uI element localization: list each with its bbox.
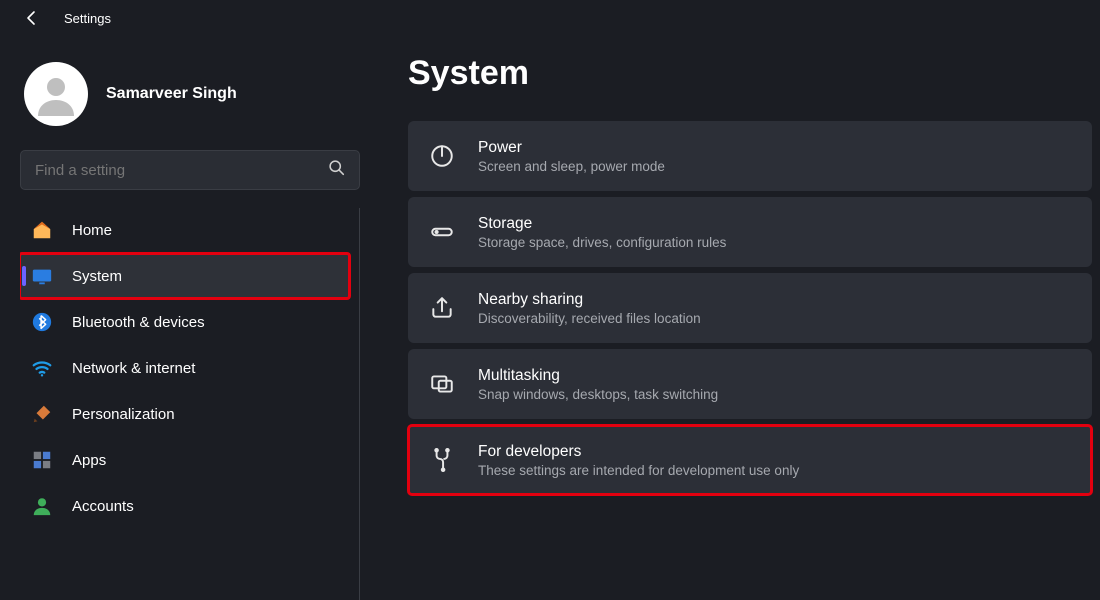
sidebar-item-apps[interactable]: Apps xyxy=(20,438,349,482)
sidebar-item-label: Home xyxy=(72,222,112,239)
card-multitasking[interactable]: Multitasking Snap windows, desktops, tas… xyxy=(408,349,1092,419)
sidebar-item-label: Network & internet xyxy=(72,360,195,377)
person-icon xyxy=(30,494,54,518)
sidebar-item-personalization[interactable]: Personalization xyxy=(20,392,349,436)
card-desc: Storage space, drives, configuration rul… xyxy=(478,235,726,250)
card-title: Storage xyxy=(478,215,726,233)
profile-block[interactable]: Samarveer Singh xyxy=(20,48,360,146)
card-desc: These settings are intended for developm… xyxy=(478,463,799,478)
sidebar-item-system[interactable]: System xyxy=(20,254,349,298)
sidebar-item-label: System xyxy=(72,268,122,285)
profile-name: Samarveer Singh xyxy=(106,85,237,103)
wifi-icon xyxy=(30,356,54,380)
card-for-developers[interactable]: For developers These settings are intend… xyxy=(408,425,1092,495)
sidebar: Samarveer Singh Home xyxy=(0,32,372,600)
avatar xyxy=(24,62,88,126)
back-icon[interactable] xyxy=(24,10,40,26)
titlebar: Settings xyxy=(0,0,1100,32)
apps-icon xyxy=(30,448,54,472)
bluetooth-icon xyxy=(30,310,54,334)
settings-cards: Power Screen and sleep, power mode Stora… xyxy=(408,121,1092,495)
brush-icon xyxy=(30,402,54,426)
card-storage[interactable]: Storage Storage space, drives, configura… xyxy=(408,197,1092,267)
sidebar-item-label: Bluetooth & devices xyxy=(72,314,205,331)
page-title: System xyxy=(408,54,1092,93)
multitasking-icon xyxy=(428,370,456,398)
card-desc: Screen and sleep, power mode xyxy=(478,159,665,174)
nav-list: Home System Bluetooth & devices xyxy=(20,208,360,600)
card-title: For developers xyxy=(478,443,799,461)
sidebar-item-network[interactable]: Network & internet xyxy=(20,346,349,390)
card-power[interactable]: Power Screen and sleep, power mode xyxy=(408,121,1092,191)
main-panel: System Power Screen and sleep, power mod… xyxy=(372,32,1100,600)
home-icon xyxy=(30,218,54,242)
sidebar-item-label: Accounts xyxy=(72,498,134,515)
search-input[interactable] xyxy=(20,150,360,190)
card-title: Multitasking xyxy=(478,367,718,385)
developers-icon xyxy=(428,446,456,474)
sidebar-item-label: Apps xyxy=(72,452,106,469)
card-title: Power xyxy=(478,139,665,157)
card-nearby-sharing[interactable]: Nearby sharing Discoverability, received… xyxy=(408,273,1092,343)
sidebar-item-home[interactable]: Home xyxy=(20,208,349,252)
card-title: Nearby sharing xyxy=(478,291,701,309)
storage-icon xyxy=(428,218,456,246)
sidebar-item-label: Personalization xyxy=(72,406,175,423)
sidebar-item-bluetooth[interactable]: Bluetooth & devices xyxy=(20,300,349,344)
app-title: Settings xyxy=(64,11,111,26)
search-field[interactable] xyxy=(35,162,328,179)
card-desc: Discoverability, received files location xyxy=(478,311,701,326)
share-icon xyxy=(428,294,456,322)
sidebar-item-accounts[interactable]: Accounts xyxy=(20,484,349,528)
display-icon xyxy=(30,264,54,288)
search-icon xyxy=(328,159,345,181)
power-icon xyxy=(428,142,456,170)
card-desc: Snap windows, desktops, task switching xyxy=(478,387,718,402)
